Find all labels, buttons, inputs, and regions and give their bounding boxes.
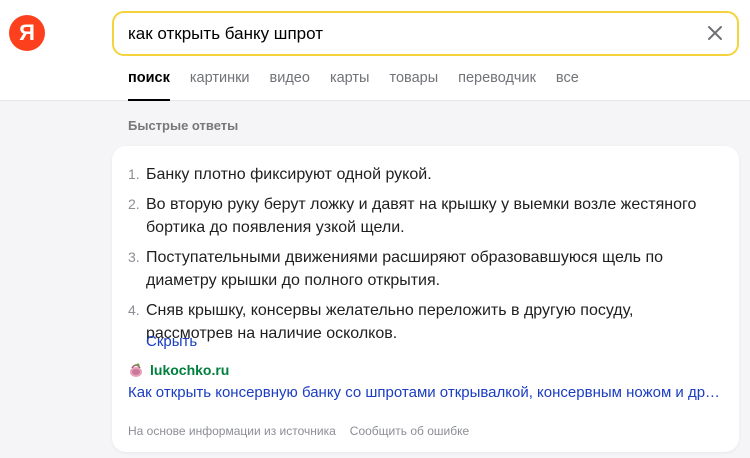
step-number: 1. — [128, 166, 140, 182]
step-text: Поступательными движениями расширяют обр… — [146, 249, 664, 289]
step-text: Во вторую руку берут ложку и давят на кр… — [146, 196, 697, 236]
tab-products[interactable]: товары — [389, 68, 438, 101]
header: Я поиск картинки видео карты товары пере… — [0, 0, 750, 101]
quick-answer-card: 1. Банку плотно фиксируют одной рукой. 2… — [112, 146, 739, 452]
source-title-link[interactable]: Как открыть консервную банку со шпротами… — [128, 384, 724, 401]
source-note: На основе информации из источника — [128, 424, 336, 438]
step-number: 3. — [128, 249, 140, 265]
tab-video[interactable]: видео — [270, 68, 310, 101]
list-item: 3. Поступательными движениями расширяют … — [128, 246, 713, 292]
steps-list: 1. Банку плотно фиксируют одной рукой. 2… — [128, 163, 713, 352]
close-icon[interactable] — [705, 23, 725, 43]
yandex-logo[interactable]: Я — [9, 15, 45, 51]
tab-maps[interactable]: карты — [330, 68, 370, 101]
search-box[interactable] — [112, 11, 739, 56]
tab-images[interactable]: картинки — [190, 68, 250, 101]
lukochko-favicon-icon — [130, 363, 142, 377]
step-text: Банку плотно фиксируют одной рукой. — [146, 166, 432, 183]
step-number: 2. — [128, 196, 140, 212]
source: lukochko.ru — [128, 362, 229, 378]
source-domain[interactable]: lukochko.ru — [150, 362, 229, 378]
quick-answers-title: Быстрые ответы — [128, 118, 239, 133]
tab-search[interactable]: поиск — [128, 68, 170, 101]
report-error-link[interactable]: Сообщить об ошибке — [350, 424, 469, 438]
tab-translator[interactable]: переводчик — [458, 68, 536, 101]
list-item: 1. Банку плотно фиксируют одной рукой. — [128, 163, 713, 186]
search-tabs: поиск картинки видео карты товары перево… — [128, 68, 599, 101]
tab-all[interactable]: все — [556, 68, 579, 101]
step-text: Сняв крышку, консервы желательно перелож… — [146, 302, 634, 342]
list-item: 2. Во вторую руку берут ложку и давят на… — [128, 193, 713, 239]
hide-link[interactable]: Скрыть — [146, 333, 197, 350]
answer-footer: На основе информации из источника Сообщи… — [128, 424, 483, 438]
list-item: 4. Сняв крышку, консервы желательно пере… — [128, 299, 713, 345]
search-input[interactable] — [128, 13, 698, 54]
step-number: 4. — [128, 302, 140, 318]
